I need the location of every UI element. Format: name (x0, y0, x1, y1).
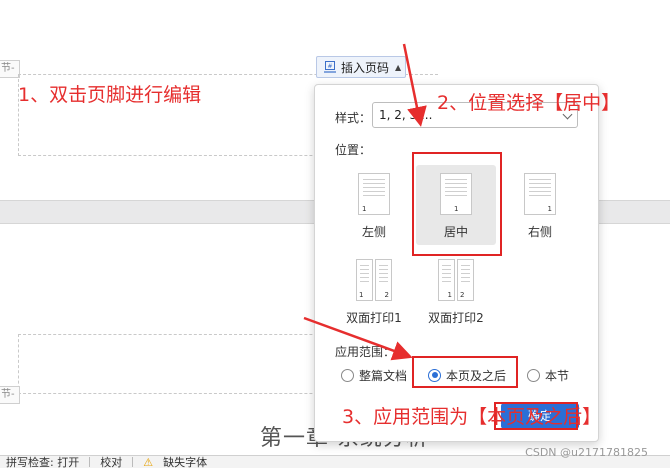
range-label: 应用范围： (335, 345, 396, 359)
annotation-step3: 3、应用范围为【本页及之后】 (342, 406, 602, 428)
duplex-preview-icon: 1 2 (416, 259, 496, 301)
missing-font-button[interactable]: 缺失字体 (163, 456, 207, 468)
section-tag: 节- (0, 386, 20, 404)
page-number-digit: 1 (359, 291, 364, 299)
page-preview-icon: 1 (524, 173, 556, 215)
highlight-box-range (412, 356, 518, 388)
highlight-box-center (412, 152, 502, 256)
position-option-left[interactable]: 1 左侧 (334, 165, 414, 245)
insert-page-number-label: 插入页码 (341, 60, 390, 75)
radio-icon (341, 368, 354, 382)
page-number-digit: 1 (362, 205, 367, 213)
page-number-digit: 1 (547, 205, 552, 213)
radio-icon (527, 368, 540, 382)
page-number-panel: 样式： 1, 2, 3 ... 位置： 1 左侧 1 居中 1 右侧 1 2 双… (314, 84, 599, 442)
proofread-button[interactable]: 校对 (100, 456, 122, 468)
position-option-duplex-1[interactable]: 1 2 双面打印1 (334, 251, 414, 331)
insert-page-number-button[interactable]: # 插入页码 ▲ (316, 56, 406, 78)
range-radio-whole-document[interactable]: 整篇文档 (341, 365, 407, 385)
annotation-step2: 2、位置选择【居中】 (437, 92, 621, 114)
position-option-label: 左侧 (361, 225, 386, 239)
range-radio-label: 本节 (545, 368, 570, 383)
position-option-label: 双面打印2 (428, 311, 484, 325)
position-option-duplex-2[interactable]: 1 2 双面打印2 (416, 251, 496, 331)
position-option-right[interactable]: 1 右侧 (500, 165, 580, 245)
svg-text:#: # (327, 63, 332, 70)
style-select-value: 1, 2, 3 ... (379, 108, 433, 122)
position-option-label: 右侧 (527, 225, 552, 239)
duplex-preview-icon: 1 2 (334, 259, 414, 301)
page-number-icon: # (324, 61, 336, 73)
watermark: CSDN @u2171781825 (525, 446, 648, 459)
chevron-down-icon: ▲ (395, 62, 402, 72)
range-radio-label: 整篇文档 (359, 368, 408, 383)
page-number-digit: 1 (447, 291, 452, 299)
section-tag: 节- (0, 60, 20, 78)
page-preview-icon: 1 (358, 173, 390, 215)
position-option-label: 双面打印1 (346, 311, 402, 325)
page-number-digit: 2 (384, 291, 389, 299)
position-label: 位置： (335, 143, 372, 157)
range-radio-this-section[interactable]: 本节 (527, 365, 569, 385)
style-label: 样式： (335, 111, 372, 125)
warning-icon: ⚠ (143, 455, 154, 468)
annotation-step1: 1、双击页脚进行编辑 (18, 84, 202, 106)
spell-check-status[interactable]: 拼写检查: 打开 (6, 456, 79, 468)
page-number-digit: 2 (460, 291, 465, 299)
